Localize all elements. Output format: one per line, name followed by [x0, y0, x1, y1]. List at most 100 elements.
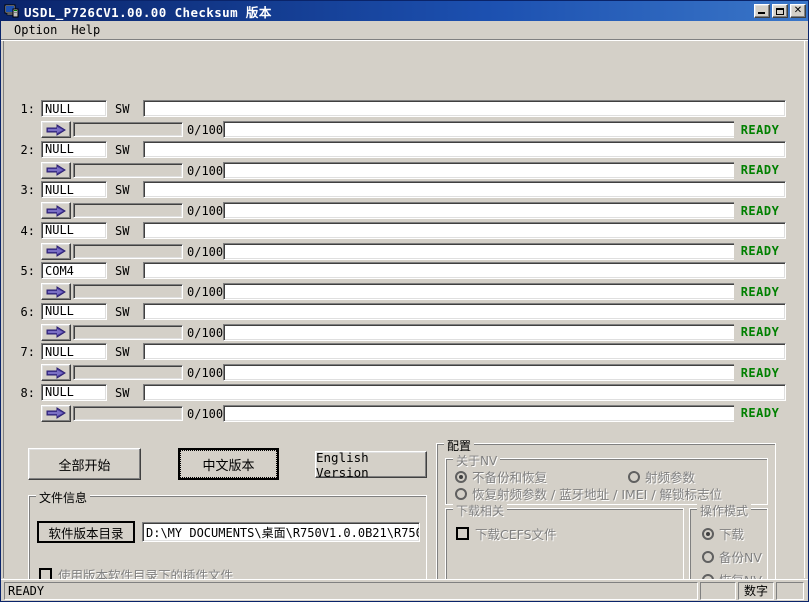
port-value: NULL [45, 344, 74, 359]
window-title: USDL_P726CV1.00.00 Checksum 版本 [24, 4, 272, 20]
progress-bar [73, 405, 183, 421]
start-all-button-label: 全部开始 [58, 458, 111, 474]
operation-mode-group: 操作模式 下载 备份NV 恢复NV [689, 502, 768, 579]
progress-bar [73, 162, 183, 178]
sw-label: SW [115, 264, 130, 278]
radio-icon [702, 550, 714, 563]
port-value: NULL [45, 385, 74, 399]
port-status-text: READY [740, 284, 780, 299]
port-row: 7: NULL SW 0/100 READY [1, 343, 808, 383]
start-port-button[interactable] [41, 283, 71, 300]
start-port-button[interactable] [41, 242, 71, 260]
port-select-field[interactable]: COM4 [41, 262, 107, 279]
download-arrow-icon [46, 366, 66, 379]
download-related-group: 下载相关 下载CEFS文件 [445, 502, 684, 579]
port-value: NULL [45, 101, 74, 116]
start-port-button[interactable] [41, 121, 71, 138]
port-value: NULL [45, 304, 74, 318]
computer-icon [4, 3, 20, 19]
browse-version-dir-button[interactable]: 软件版本目录 [37, 521, 135, 543]
port-select-field[interactable]: NULL [41, 383, 107, 401]
port-status-badge: READY [734, 242, 786, 260]
chinese-version-button[interactable]: 中文版本 [178, 448, 279, 480]
port-status-text: READY [740, 365, 780, 380]
port-select-field[interactable]: NULL [41, 221, 107, 239]
maximize-button[interactable] [772, 4, 788, 18]
radio-icon [628, 470, 640, 483]
start-port-button[interactable] [41, 323, 71, 341]
title-bar: USDL_P726CV1.00.00 Checksum 版本 ✕ [1, 1, 808, 21]
menu-item-help[interactable]: Help [64, 22, 107, 38]
port-row: 2: NULL SW 0/100 READY [1, 140, 808, 181]
start-port-button[interactable] [41, 202, 71, 219]
port-status-field [223, 161, 786, 179]
minimize-button[interactable] [754, 4, 770, 18]
download-arrow-icon [46, 407, 66, 419]
checkbox-icon [39, 568, 52, 579]
port-select-field[interactable]: NULL [41, 140, 107, 158]
port-row-index: 3: [20, 183, 35, 197]
port-status-text: READY [740, 163, 780, 177]
progress-text: 0/100 [187, 123, 224, 137]
config-group: 配置 关于NV 不备份和恢复 射频参数 恢复射频参数 / 蓝牙地址 / IMEI… [436, 437, 776, 579]
nv-option-restore-all[interactable]: 恢复射频参数 / 蓝牙地址 / IMEI / 解锁标志位 [455, 484, 722, 503]
progress-bar [73, 365, 183, 380]
sw-label: SW [115, 223, 130, 238]
progress-text: 0/100 [187, 325, 224, 340]
port-status-badge: READY [734, 404, 786, 422]
radio-icon [702, 527, 714, 540]
mode-option-restore-nv[interactable]: 恢复NV [702, 570, 762, 579]
mode-option-download-label: 下载 [719, 527, 745, 542]
english-version-button[interactable]: English Version [315, 449, 427, 480]
port-row: 3: NULL SW 0/100 READY [1, 181, 808, 221]
progress-text: 0/100 [187, 366, 224, 380]
port-select-field[interactable]: NULL [41, 181, 107, 198]
start-port-button[interactable] [41, 404, 71, 422]
checkbox-icon [456, 527, 469, 540]
start-all-button[interactable]: 全部开始 [28, 448, 141, 480]
use-plugin-files-label: 使用版本软件目录下的插件文件 [58, 568, 234, 579]
mode-option-download[interactable]: 下载 [702, 524, 744, 543]
download-arrow-icon [46, 245, 66, 257]
port-status-field [223, 323, 786, 341]
port-status-badge: READY [734, 121, 786, 138]
start-port-button[interactable] [41, 364, 71, 381]
menu-bar: Option Help [1, 21, 808, 39]
progress-text: 0/100 [187, 406, 224, 421]
status-bar: READY 数字 [1, 579, 808, 601]
software-version-field [143, 100, 786, 117]
port-status-text: READY [740, 122, 780, 137]
start-port-button[interactable] [41, 161, 71, 179]
port-row: 5: COM4 SW 0/100 READY [1, 262, 808, 302]
download-arrow-icon [46, 285, 66, 298]
software-version-field [143, 181, 786, 198]
mode-option-backup-nv-label: 备份NV [719, 550, 762, 565]
port-status-field [223, 202, 786, 219]
port-status-text: READY [740, 244, 780, 258]
port-status-field [223, 242, 786, 260]
port-status-field [223, 364, 786, 381]
version-path-input[interactable]: D:\MY DOCUMENTS\桌面\R750V1.0.0B21\R750V1.… [142, 522, 420, 542]
mode-option-backup-nv[interactable]: 备份NV [702, 547, 762, 566]
download-related-group-label: 下载相关 [453, 502, 508, 519]
port-status-text: READY [740, 325, 780, 339]
english-version-button-label: English Version [316, 449, 369, 480]
sw-label: SW [115, 183, 130, 197]
port-row-index: 8: [20, 385, 35, 400]
status-pane-num: 数字 [738, 581, 774, 600]
close-button[interactable]: ✕ [790, 4, 806, 18]
sw-label: SW [115, 304, 130, 319]
port-row-index: 4: [20, 223, 35, 238]
port-select-field[interactable]: NULL [41, 100, 107, 117]
progress-text: 0/100 [187, 244, 224, 259]
menu-item-option[interactable]: Option [7, 22, 64, 38]
progress-bar [73, 203, 183, 218]
window-controls: ✕ [754, 4, 806, 18]
maximize-icon [776, 7, 784, 15]
download-cefs-checkbox[interactable]: 下载CEFS文件 [456, 524, 557, 543]
port-select-field[interactable]: NULL [41, 302, 107, 320]
port-status-field [223, 283, 786, 300]
port-select-field[interactable]: NULL [41, 343, 107, 360]
progress-bar [73, 122, 183, 137]
use-plugin-files-checkbox[interactable]: 使用版本软件目录下的插件文件 [39, 565, 233, 579]
